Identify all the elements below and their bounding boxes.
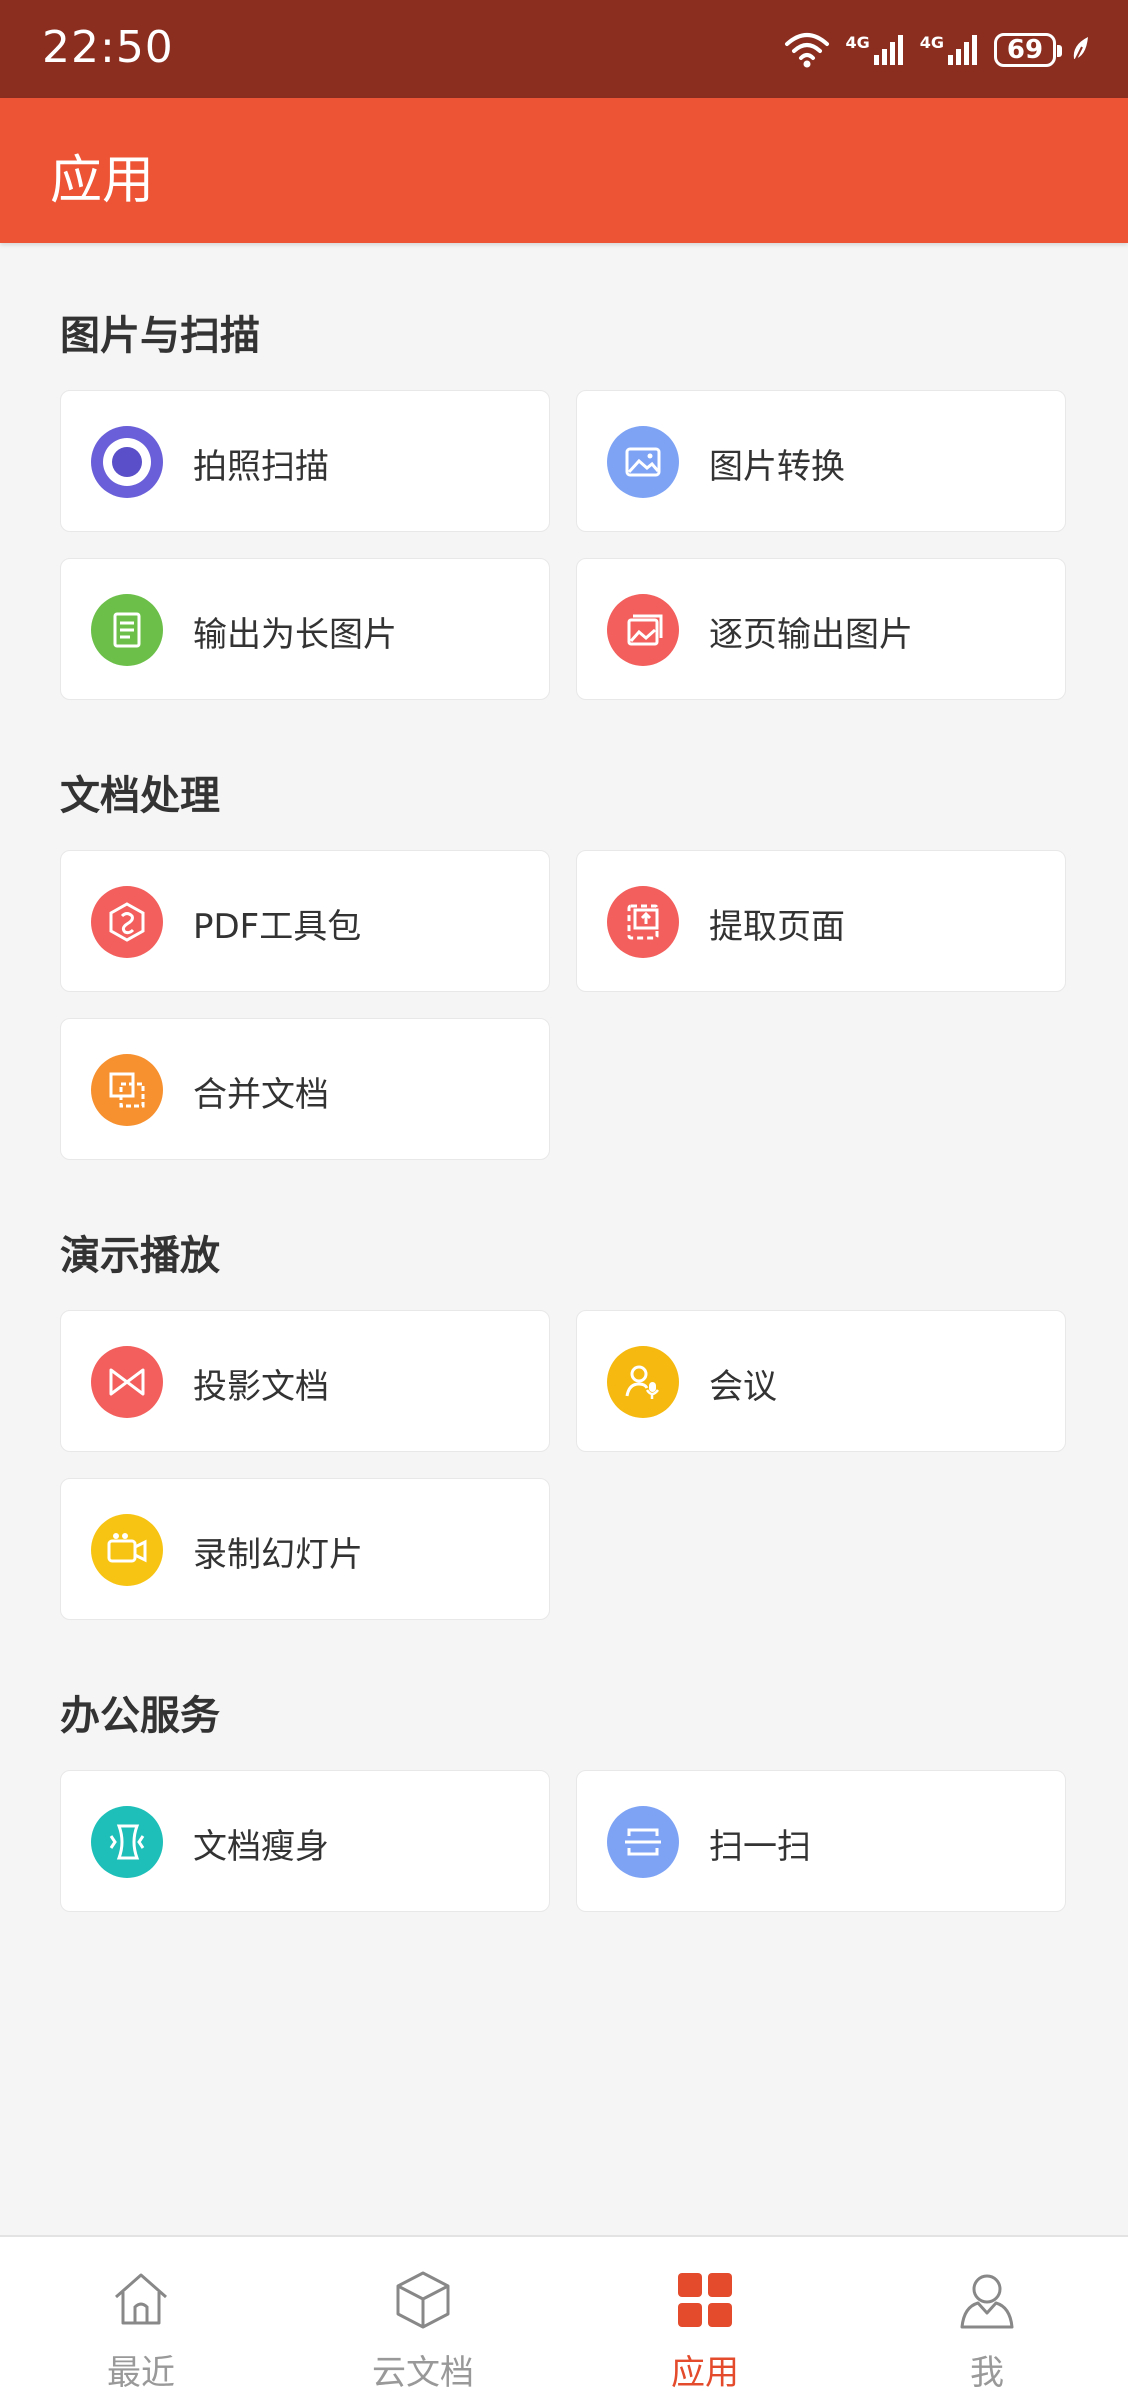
app-card-label: 拍照扫描	[193, 447, 329, 487]
app-card-page-images[interactable]: 逐页输出图片	[576, 558, 1066, 700]
app-card-label: 录制幻灯片	[193, 1535, 363, 1575]
profile-icon	[960, 2274, 1014, 2329]
status-icons: 4G 4G 69	[783, 28, 1092, 72]
wifi-icon	[785, 33, 830, 68]
nav-label: 最近	[107, 2353, 175, 2393]
app-card-photo-scan[interactable]: 拍照扫描	[60, 390, 550, 532]
meeting-icon	[607, 1346, 679, 1418]
app-card-extract-page[interactable]: 提取页面	[576, 850, 1066, 992]
image-convert-icon	[607, 426, 679, 498]
status-time: 22:50	[42, 22, 174, 73]
section-title-presentation: 演示播放	[60, 1233, 220, 1279]
nav-item-cloud-doc[interactable]: 云文档	[282, 2237, 564, 2402]
app-card-merge-docs[interactable]: 合并文档	[60, 1018, 550, 1160]
extract-page-icon	[607, 886, 679, 958]
app-card-label: 图片转换	[709, 447, 845, 487]
status-bar: 22:50 4G 4G 69	[0, 0, 1128, 98]
app-card-label: 提取页面	[709, 907, 845, 947]
app-card-label: 扫一扫	[709, 1827, 811, 1867]
cloud-doc-icon	[396, 2271, 450, 2329]
network-type-label: 4G	[919, 33, 944, 52]
app-bar: 应用	[0, 98, 1128, 243]
app-card-label: 会议	[709, 1367, 777, 1407]
app-card-pdf-toolkit[interactable]: PDF工具包	[60, 850, 550, 992]
signal-1: 4G	[845, 33, 905, 67]
app-card-label: 逐页输出图片	[709, 615, 913, 655]
section-title-image-scan: 图片与扫描	[60, 313, 260, 359]
app-card-label: 文档瘦身	[193, 1827, 329, 1867]
app-card-slim-doc[interactable]: 文档瘦身	[60, 1770, 550, 1912]
page-images-icon	[607, 594, 679, 666]
app-card-projection[interactable]: 投影文档	[60, 1310, 550, 1452]
nav-item-apps[interactable]: 应用	[564, 2237, 846, 2402]
app-card-label: 合并文档	[193, 1075, 329, 1115]
long-image-icon	[91, 594, 163, 666]
nav-item-recent[interactable]: 最近	[0, 2237, 282, 2402]
apps-grid-icon	[678, 2273, 732, 2327]
network-type-label: 4G	[845, 33, 870, 52]
pdf-toolkit-icon	[91, 886, 163, 958]
leaf-icon	[1073, 37, 1088, 64]
app-card-label: PDF工具包	[193, 907, 362, 947]
merge-docs-icon	[91, 1054, 163, 1126]
app-card-label: 输出为长图片	[193, 615, 397, 655]
nav-item-me[interactable]: 我	[846, 2237, 1128, 2402]
page-title: 应用	[50, 151, 155, 211]
battery-indicator: 69	[994, 33, 1062, 67]
home-icon	[115, 2273, 167, 2325]
app-card-record-slides[interactable]: 录制幻灯片	[60, 1478, 550, 1620]
nav-label: 云文档	[372, 2353, 474, 2393]
app-card-label: 投影文档	[193, 1367, 329, 1407]
camera-scan-icon	[91, 426, 163, 498]
signal-icon	[948, 35, 977, 65]
app-card-meeting[interactable]: 会议	[576, 1310, 1066, 1452]
section-title-doc-processing: 文档处理	[60, 773, 220, 819]
app-card-scan[interactable]: 扫一扫	[576, 1770, 1066, 1912]
slim-doc-icon	[91, 1806, 163, 1878]
app-card-image-convert[interactable]: 图片转换	[576, 390, 1066, 532]
signal-icon	[873, 35, 903, 65]
nav-label: 应用	[671, 2353, 739, 2393]
bottom-nav: 最近 云文档 应用 我	[0, 2235, 1128, 2402]
section-title-office-services: 办公服务	[60, 1693, 220, 1739]
scan-icon	[607, 1806, 679, 1878]
projection-icon	[91, 1346, 163, 1418]
signal-2: 4G	[920, 33, 980, 67]
nav-label: 我	[970, 2353, 1004, 2393]
app-card-long-image[interactable]: 输出为长图片	[60, 558, 550, 700]
record-slides-icon	[91, 1514, 163, 1586]
